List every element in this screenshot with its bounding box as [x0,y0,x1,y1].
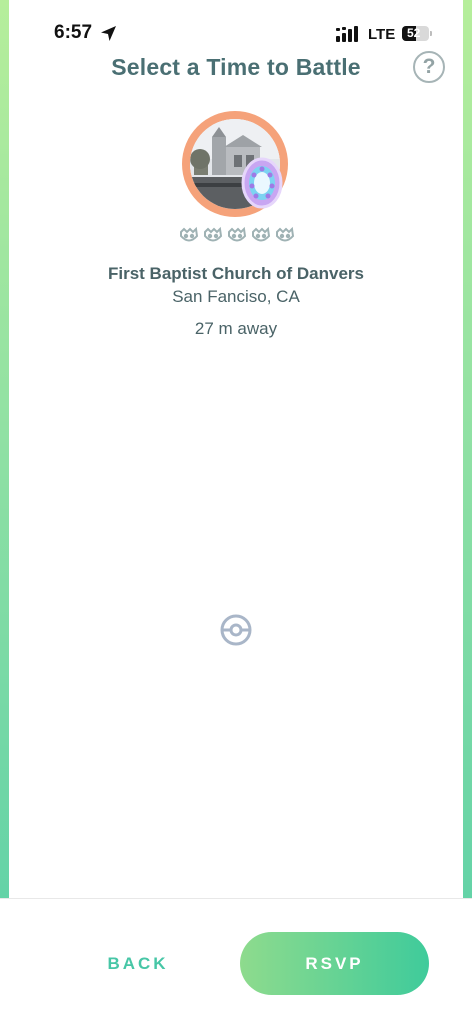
status-time: 6:57 [54,22,93,43]
battery-level: 52 [407,26,421,40]
gym-name: First Baptist Church of Danvers [108,264,364,283]
raid-boss-icon [180,226,199,242]
gym-location: San Fanciso, CA [172,287,300,306]
raid-egg-icon [241,157,283,209]
raid-boss-icon [228,226,247,242]
screen: 6:57 LTE 52 Select a Time to Battle ? Fi… [0,0,472,1024]
network-type: LTE [368,26,396,43]
raid-difficulty-icons [180,226,295,242]
battery-icon: 52 [402,26,429,41]
back-button[interactable]: BACK [88,939,188,989]
battery-cap [430,31,432,36]
rsvp-button[interactable]: RSVP [240,932,429,995]
raid-boss-icon [276,226,295,242]
status-bar: 6:57 LTE 52 [0,0,472,52]
raid-boss-icon [204,226,223,242]
signal-strength-icon [336,26,358,42]
footer-bar: BACK RSVP [0,898,472,1024]
page-title: Select a Time to Battle [111,54,361,80]
location-arrow-icon [101,26,116,41]
gym-distance: 27 m away [194,319,278,338]
raid-boss-icon [252,226,271,242]
pokeball-loading-icon [220,614,252,646]
help-button[interactable]: ? [413,51,445,83]
